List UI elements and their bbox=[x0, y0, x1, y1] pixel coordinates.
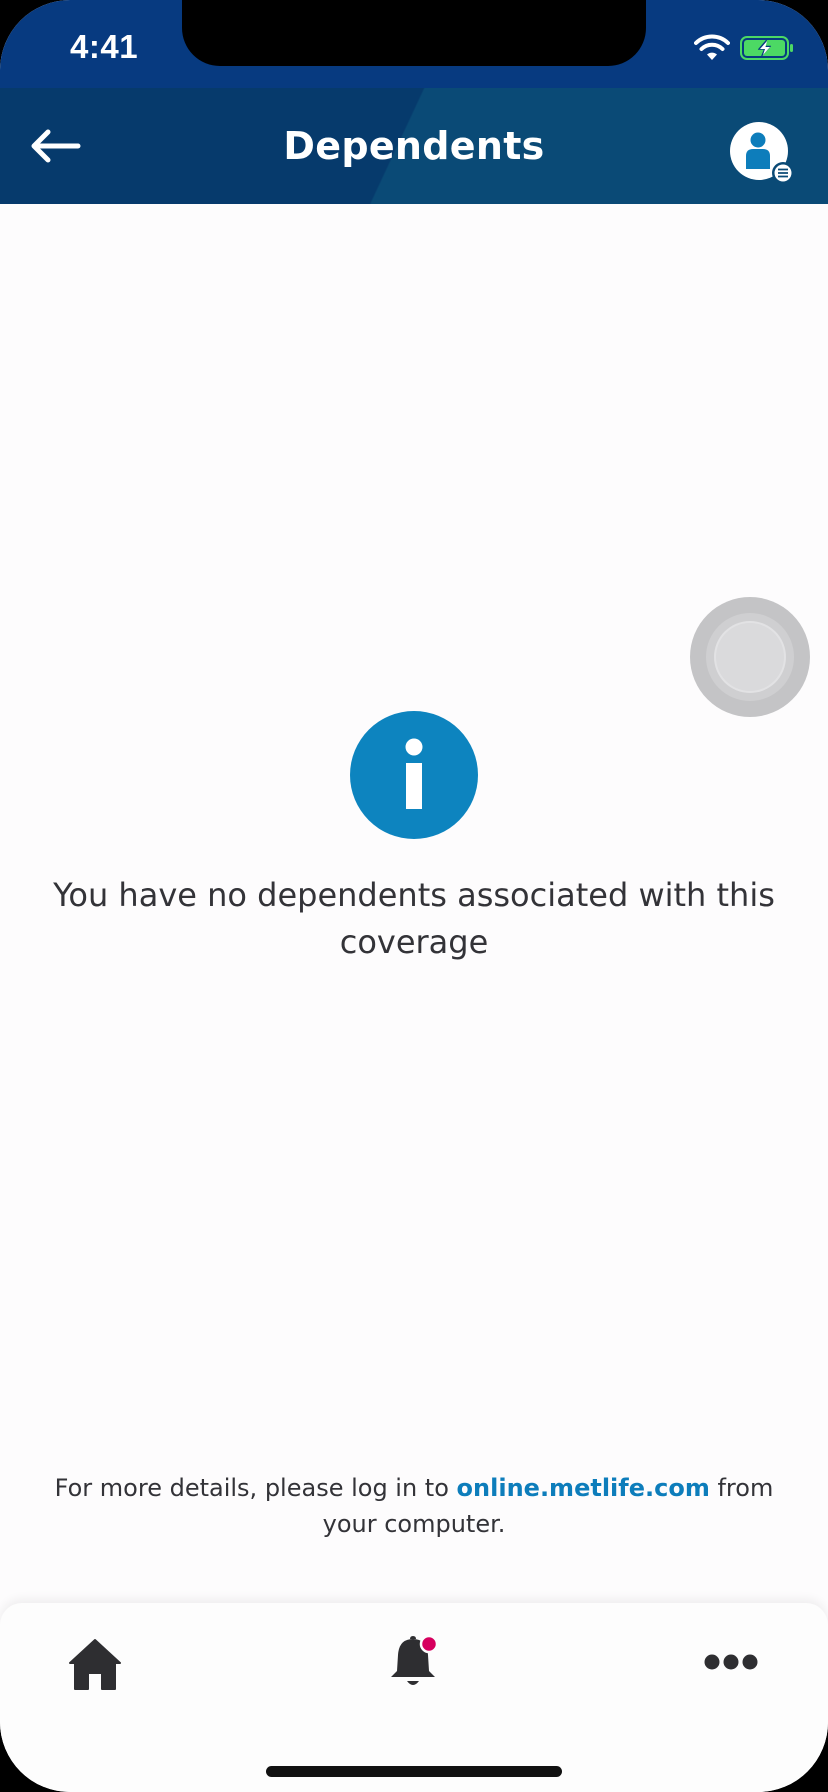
tab-more[interactable] bbox=[704, 1651, 758, 1673]
more-dots-icon bbox=[704, 1654, 758, 1670]
battery-charging-icon bbox=[740, 36, 793, 60]
user-menu-icon bbox=[730, 122, 794, 184]
footer-note-text-before: For more details, please log in to bbox=[54, 1474, 449, 1502]
wifi-icon bbox=[694, 34, 730, 60]
assistive-touch-button[interactable] bbox=[690, 597, 810, 717]
status-time: 4:41 bbox=[70, 28, 139, 65]
home-icon bbox=[69, 1639, 121, 1690]
home-indicator bbox=[266, 1766, 562, 1777]
bottom-tab-bar bbox=[0, 1603, 828, 1792]
arrow-left-icon bbox=[31, 129, 81, 163]
page-title: Dependents bbox=[283, 124, 545, 168]
status-bar: 4:41 bbox=[0, 0, 828, 88]
app-header: Dependents bbox=[0, 88, 828, 204]
device-notch bbox=[182, 0, 646, 66]
profile-menu-button[interactable] bbox=[730, 122, 794, 186]
tab-home[interactable] bbox=[68, 1637, 122, 1691]
info-icon bbox=[350, 711, 478, 839]
notification-badge bbox=[419, 1634, 439, 1654]
empty-state-message: You have no dependents associated with t… bbox=[53, 876, 775, 961]
back-button[interactable] bbox=[28, 124, 82, 168]
metlife-online-link[interactable]: online.metlife.com bbox=[457, 1474, 710, 1502]
footer-note: For more details, please log in to onlin… bbox=[40, 1470, 788, 1542]
app-screen: 4:41 Dependents You have no dependents a… bbox=[0, 0, 828, 1792]
tab-notifications[interactable] bbox=[388, 1633, 440, 1691]
